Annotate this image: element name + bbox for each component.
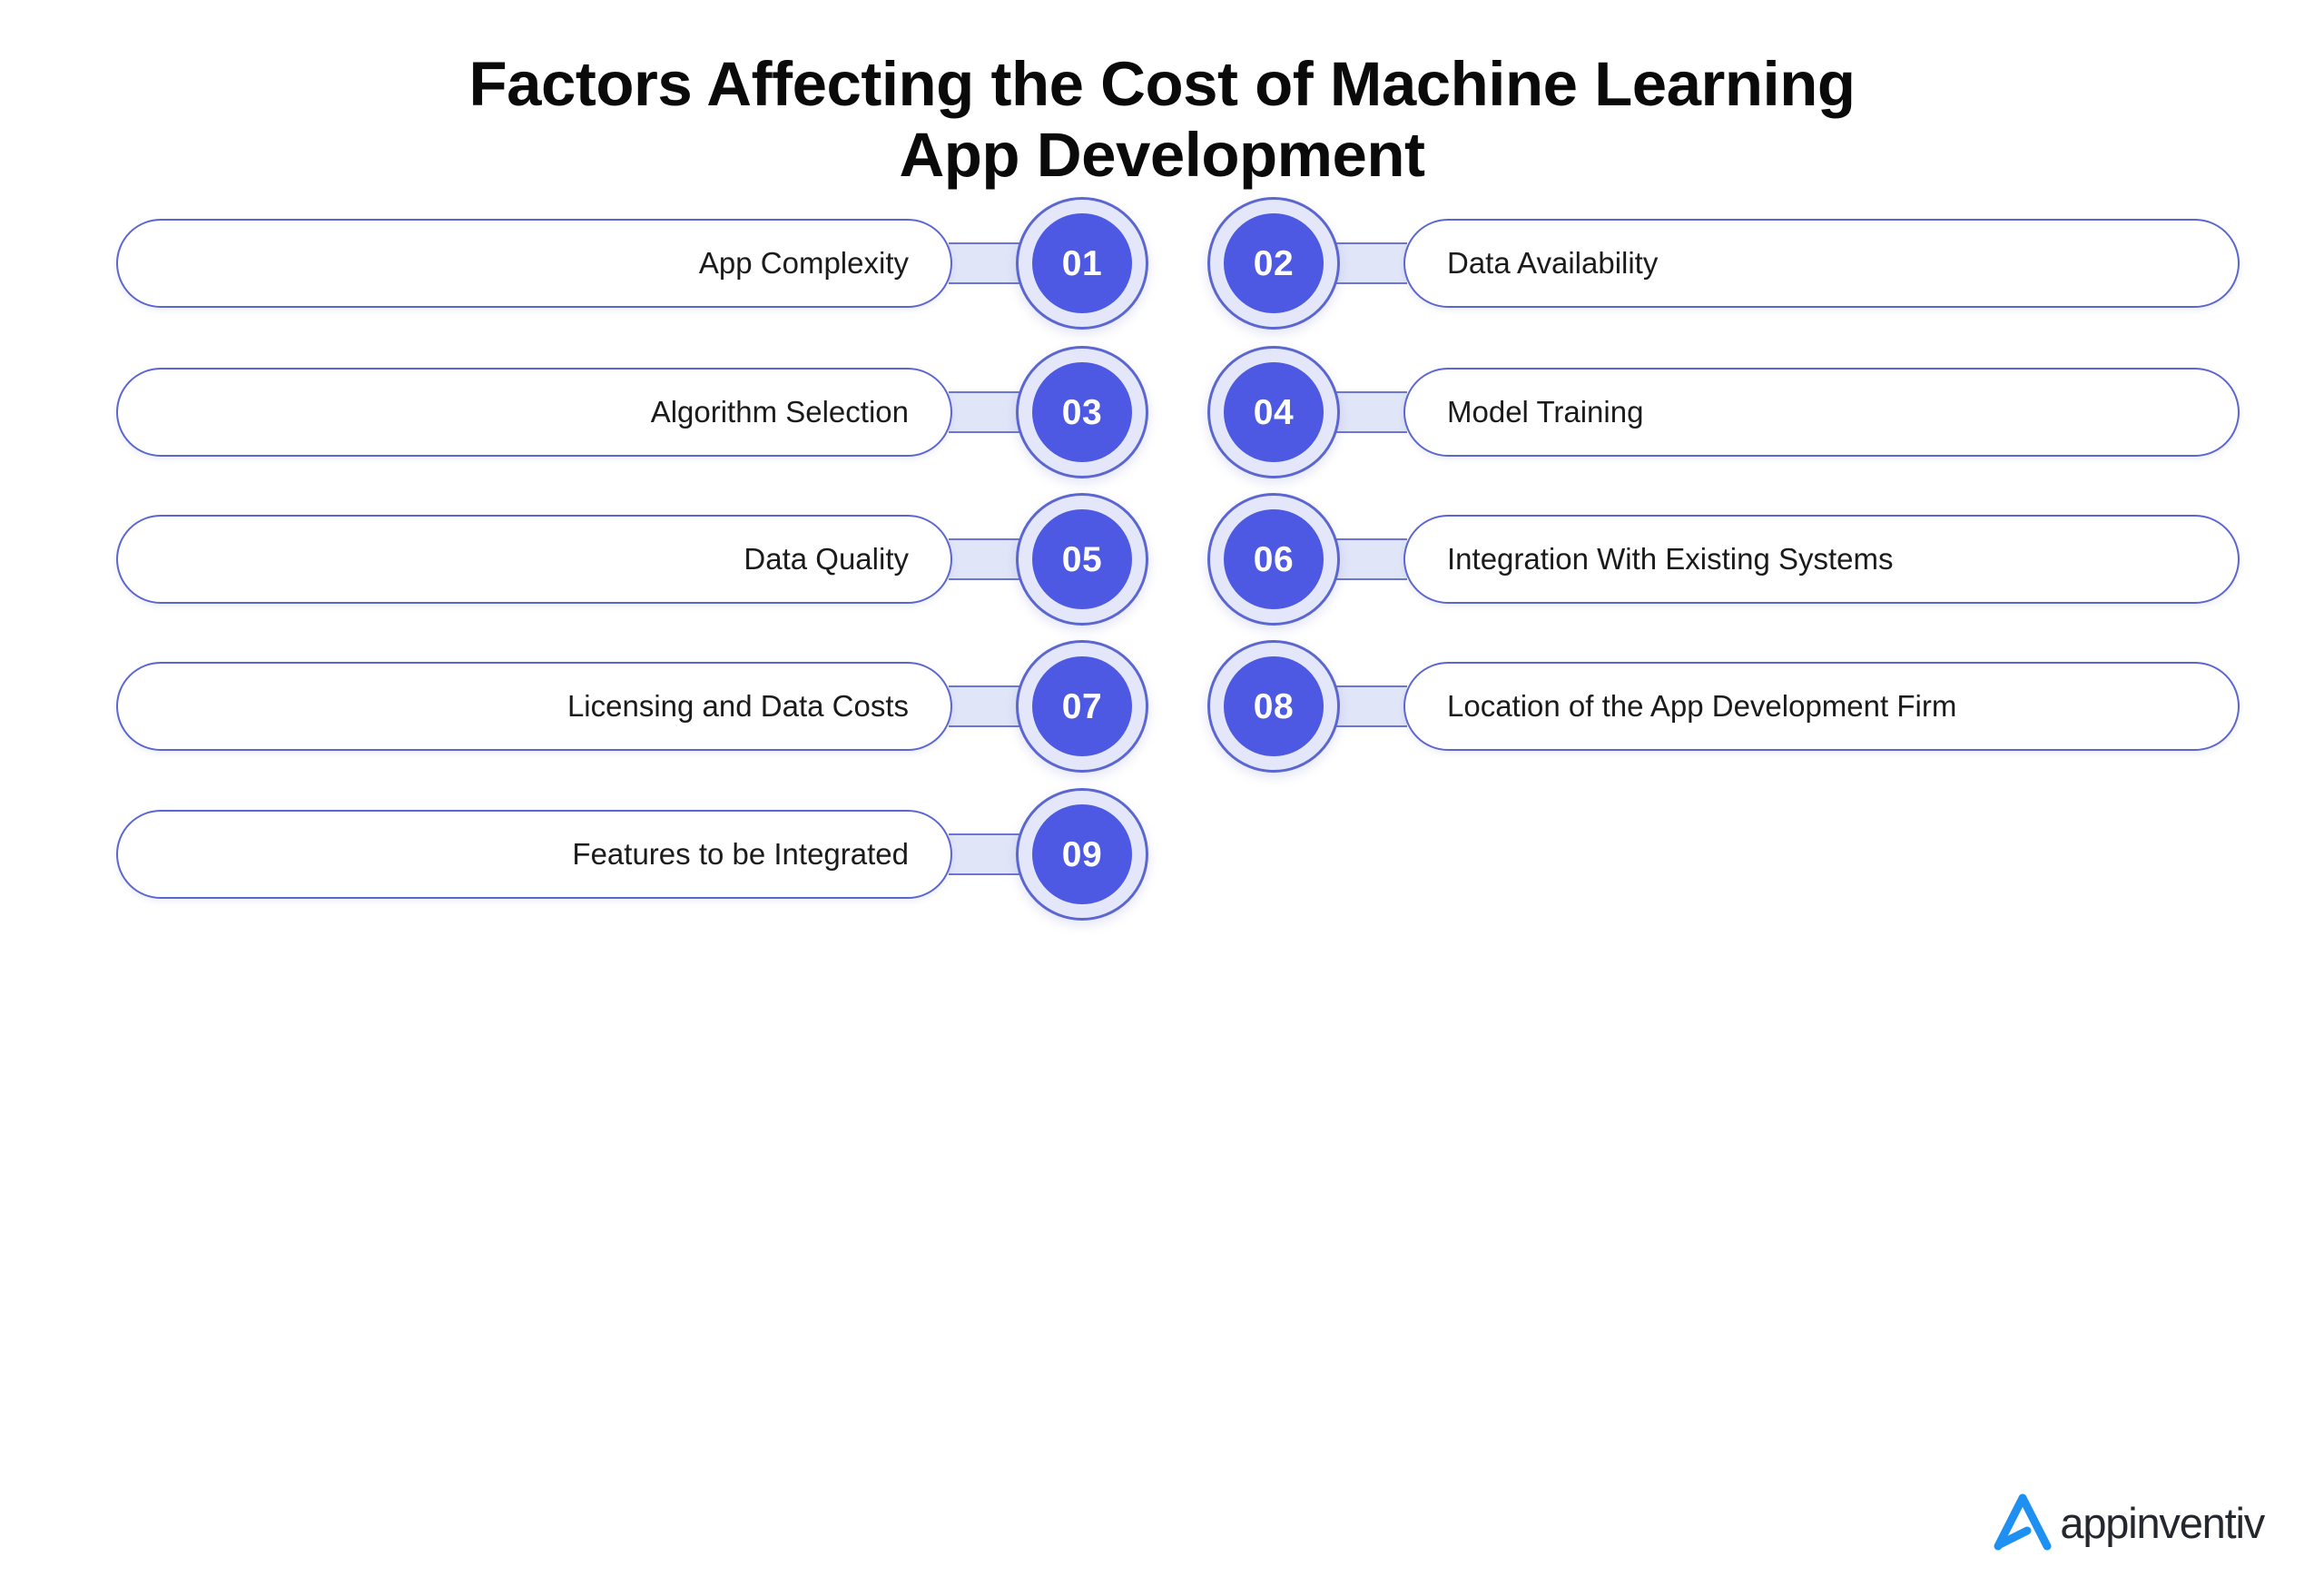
factor-pill-01[interactable]: App Complexity <box>116 219 952 308</box>
factor-row: Features to be Integrated 09 <box>0 777 2324 931</box>
badge-number-08: 08 <box>1253 686 1295 726</box>
badge-inner-02: 02 <box>1224 213 1324 313</box>
factor-item-03[interactable]: Algorithm Selection 03 <box>116 335 1148 489</box>
connector-08 <box>1336 685 1407 727</box>
factor-label-02: Data Availability <box>1447 246 1659 280</box>
badge-number-05: 05 <box>1061 539 1103 579</box>
brand-logo: appinventiv <box>1991 1493 2265 1552</box>
factor-item-09[interactable]: Features to be Integrated 09 <box>116 777 1148 931</box>
factor-label-05: Data Quality <box>743 542 909 576</box>
factor-item-01[interactable]: App Complexity 01 <box>116 186 1148 340</box>
factor-row: Data Quality 05 Integration With Existin… <box>0 482 2324 636</box>
factor-label-03: Algorithm Selection <box>650 395 909 429</box>
factor-pill-04[interactable]: Model Training <box>1403 368 2240 457</box>
connector-02 <box>1336 242 1407 284</box>
factor-label-08: Location of the App Development Firm <box>1447 689 1957 723</box>
factor-pill-05[interactable]: Data Quality <box>116 515 952 604</box>
factor-item-07[interactable]: Licensing and Data Costs 07 <box>116 629 1148 784</box>
badge-number-09: 09 <box>1061 834 1103 874</box>
factor-badge-06[interactable]: 06 <box>1207 493 1340 626</box>
factor-rows: App Complexity 01 Data Availability 02 A… <box>0 0 2324 1577</box>
factor-item-08[interactable]: Location of the App Development Firm 08 <box>1207 629 2240 784</box>
connector-07 <box>949 685 1019 727</box>
badge-inner-06: 06 <box>1224 509 1324 609</box>
factor-badge-09[interactable]: 09 <box>1016 788 1148 921</box>
badge-inner-04: 04 <box>1224 362 1324 462</box>
factor-pill-02[interactable]: Data Availability <box>1403 219 2240 308</box>
factor-pill-08[interactable]: Location of the App Development Firm <box>1403 662 2240 751</box>
badge-inner-03: 03 <box>1032 362 1132 462</box>
connector-05 <box>949 538 1019 580</box>
badge-inner-07: 07 <box>1032 656 1132 756</box>
factor-label-09: Features to be Integrated <box>572 837 909 871</box>
factor-badge-05[interactable]: 05 <box>1016 493 1148 626</box>
badge-inner-09: 09 <box>1032 804 1132 904</box>
badge-number-07: 07 <box>1061 686 1103 726</box>
factor-item-02[interactable]: Data Availability 02 <box>1207 186 2240 340</box>
connector-03 <box>949 391 1019 433</box>
factor-row: App Complexity 01 Data Availability 02 <box>0 186 2324 340</box>
factor-pill-07[interactable]: Licensing and Data Costs <box>116 662 952 751</box>
factor-row: Algorithm Selection 03 Model Training 04 <box>0 335 2324 489</box>
factor-item-05[interactable]: Data Quality 05 <box>116 482 1148 636</box>
factor-label-04: Model Training <box>1447 395 1644 429</box>
factor-label-06: Integration With Existing Systems <box>1447 542 1894 576</box>
badge-number-02: 02 <box>1253 243 1295 283</box>
factor-pill-03[interactable]: Algorithm Selection <box>116 368 952 457</box>
badge-number-01: 01 <box>1061 243 1103 283</box>
factor-item-06[interactable]: Integration With Existing Systems 06 <box>1207 482 2240 636</box>
connector-04 <box>1336 391 1407 433</box>
factor-badge-07[interactable]: 07 <box>1016 640 1148 773</box>
factor-badge-04[interactable]: 04 <box>1207 346 1340 478</box>
factor-pill-06[interactable]: Integration With Existing Systems <box>1403 515 2240 604</box>
connector-06 <box>1336 538 1407 580</box>
brand-logo-text: appinventiv <box>2060 1498 2265 1547</box>
factor-label-01: App Complexity <box>698 246 909 280</box>
factor-pill-09[interactable]: Features to be Integrated <box>116 810 952 899</box>
factor-item-04[interactable]: Model Training 04 <box>1207 335 2240 489</box>
appinventiv-a-mark-icon <box>1994 1493 2052 1551</box>
factor-label-07: Licensing and Data Costs <box>566 689 909 723</box>
connector-01 <box>949 242 1019 284</box>
factor-badge-08[interactable]: 08 <box>1207 640 1340 773</box>
factor-badge-02[interactable]: 02 <box>1207 197 1340 330</box>
badge-inner-01: 01 <box>1032 213 1132 313</box>
badge-number-03: 03 <box>1061 392 1103 432</box>
factor-badge-01[interactable]: 01 <box>1016 197 1148 330</box>
badge-number-06: 06 <box>1253 539 1295 579</box>
factor-badge-03[interactable]: 03 <box>1016 346 1148 478</box>
infographic-canvas: Factors Affecting the Cost of Machine Le… <box>0 0 2324 1577</box>
badge-inner-08: 08 <box>1224 656 1324 756</box>
factor-row: Licensing and Data Costs 07 Location of … <box>0 629 2324 784</box>
connector-09 <box>949 833 1019 875</box>
badge-inner-05: 05 <box>1032 509 1132 609</box>
badge-number-04: 04 <box>1253 392 1295 432</box>
